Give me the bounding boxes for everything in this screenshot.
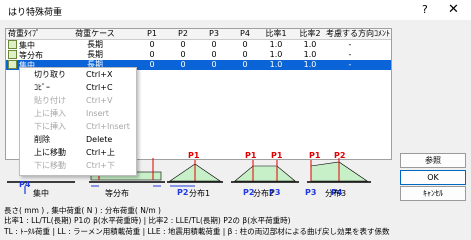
row-p2-cell[interactable]: 0: [170, 60, 196, 70]
window-title: はり特殊荷重: [8, 8, 63, 18]
row-p2-cell[interactable]: 0: [170, 50, 196, 60]
row-p1-cell[interactable]: 0: [139, 50, 165, 60]
table-row[interactable]: 等分布 長期 0 0 0 0 1.0 1.0 -: [6, 50, 391, 60]
menu-item-cut[interactable]: 切り取り Ctrl+X: [20, 69, 136, 81]
load-type-icon: [8, 40, 17, 49]
row-p1-cell[interactable]: 0: [139, 60, 165, 70]
row-ratio2-cell[interactable]: 1.0: [295, 50, 325, 60]
ok-button[interactable]: OK: [400, 170, 466, 185]
row-ratio1-cell[interactable]: 1.0: [261, 60, 291, 70]
header-case[interactable]: 荷重ケース: [66, 29, 124, 39]
header-p1[interactable]: P1: [139, 29, 165, 39]
caption-dist2: 分布2: [253, 189, 275, 198]
diagram-label-p2: P2: [334, 151, 345, 160]
caption-dist3: 分布3: [325, 189, 347, 198]
header-p3[interactable]: P3: [201, 29, 227, 39]
diagram-label-p3: P3: [305, 188, 316, 197]
load-type-icon: [8, 60, 17, 69]
row-p3-cell[interactable]: 0: [201, 60, 227, 70]
note-ratios: 比率1 : LL/TL(長期) P1の β(水平荷重時) | 比率2 : LLE…: [4, 216, 291, 225]
header-ratio2[interactable]: 比率2: [295, 29, 325, 39]
menu-item-paste[interactable]: 貼り付け Ctrl+V: [20, 95, 136, 107]
diagram-label-p4: P4: [19, 180, 31, 189]
menu-item-delete[interactable]: 削除 Delete: [20, 134, 136, 146]
row-case-cell[interactable]: 長期: [66, 40, 124, 50]
load-type-icon: [8, 50, 17, 59]
row-case-cell[interactable]: 長期: [66, 50, 124, 60]
caption-uniform: 等分布: [105, 189, 129, 198]
help-icon[interactable]: ?: [422, 3, 428, 16]
row-ratio2-cell[interactable]: 1.0: [295, 40, 325, 50]
row-p4-cell[interactable]: 0: [232, 40, 258, 50]
header-ratio1[interactable]: 比率1: [261, 29, 291, 39]
row-p4-cell[interactable]: 0: [232, 60, 258, 70]
row-ratio1-cell[interactable]: 1.0: [261, 40, 291, 50]
diagram-label-p1: P1: [245, 151, 257, 160]
cancel-button[interactable]: ｷｬﾝｾﾙ: [400, 186, 466, 201]
caption-concentrated: 集中: [33, 189, 49, 198]
title-bar: はり特殊荷重 ? ✕: [0, 0, 471, 20]
row-type-cell[interactable]: 等分布: [8, 50, 63, 60]
row-direction-cell[interactable]: -: [326, 60, 374, 70]
menu-item-insert-below[interactable]: 下に挿入 Ctrl+Insert: [20, 121, 136, 133]
row-p3-cell[interactable]: 0: [201, 40, 227, 50]
row-p2-cell[interactable]: 0: [170, 40, 196, 50]
row-p3-cell[interactable]: 0: [201, 50, 227, 60]
menu-item-copy[interactable]: ｺﾋﾟｰ Ctrl+C: [20, 82, 136, 94]
menu-item-insert-above[interactable]: 上に挿入 Insert: [20, 108, 136, 120]
diagram-label-p1: P1: [271, 151, 283, 160]
header-comment[interactable]: ｺﾒﾝﾄ: [374, 29, 391, 39]
menu-item-move-up[interactable]: 上に移動 Ctrl+上: [20, 147, 136, 159]
menu-item-move-down[interactable]: 下に移動 Ctrl+下: [20, 160, 136, 172]
diagram-label-p1: P1: [188, 151, 200, 160]
header-p4[interactable]: P4: [232, 29, 258, 39]
diagram-label-p1: P1: [309, 151, 321, 160]
caption-dist1: 分布1: [189, 189, 211, 198]
row-type-cell[interactable]: 集中: [8, 40, 63, 50]
table-row[interactable]: 集中 長期 0 0 0 0 1.0 1.0 -: [6, 40, 391, 50]
header-direction[interactable]: 考慮する方向: [326, 29, 374, 39]
row-direction-cell[interactable]: -: [326, 40, 374, 50]
row-p1-cell[interactable]: 0: [139, 40, 165, 50]
header-p2[interactable]: P2: [170, 29, 196, 39]
dialog-window: はり特殊荷重 ? ✕ 荷重ﾀｲﾌﾟ 荷重ケース P1 P2 P3 P4 比率1 …: [0, 0, 471, 240]
header-type[interactable]: 荷重ﾀｲﾌﾟ: [8, 29, 63, 39]
row-ratio1-cell[interactable]: 1.0: [261, 50, 291, 60]
close-icon[interactable]: ✕: [448, 2, 459, 17]
context-menu: 切り取り Ctrl+X ｺﾋﾟｰ Ctrl+C 貼り付け Ctrl+V 上に挿入 Ins…: [19, 67, 137, 176]
note-legend: TL : ﾄｰﾀﾙ荷重 | LL : ラーメン用積載荷重 | LLE : 地震用…: [4, 227, 390, 236]
grid-header: 荷重ﾀｲﾌﾟ 荷重ケース P1 P2 P3 P4 比率1 比率2 考慮する方向 …: [6, 29, 391, 40]
diagram-label-p2: P2: [177, 188, 188, 197]
row-p4-cell[interactable]: 0: [232, 50, 258, 60]
row-direction-cell[interactable]: -: [326, 50, 374, 60]
browse-button[interactable]: 参照: [400, 153, 466, 168]
row-ratio2-cell[interactable]: 1.0: [295, 60, 325, 70]
